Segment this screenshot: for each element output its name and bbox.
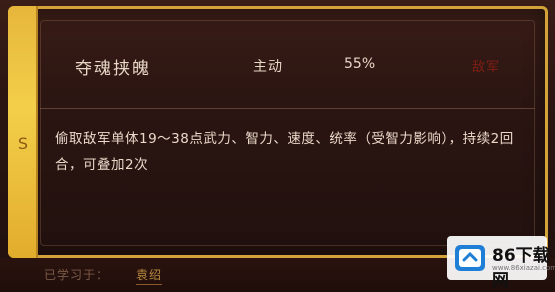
- skill-type: 主动: [253, 59, 283, 75]
- skill-description: 偷取敌军单体19～38点武力、智力、速度、统率（受智力影响），持续2回合，可叠加…: [55, 131, 514, 173]
- header-divider: [40, 108, 535, 109]
- grade-letter: S: [17, 134, 29, 153]
- grade-column: S: [8, 6, 38, 258]
- learned-label: 已学习于：: [44, 268, 110, 282]
- skill-target: 敌军: [472, 60, 501, 75]
- learned-value[interactable]: 袁绍: [136, 266, 163, 285]
- skill-name: 夺魂挟魄: [75, 59, 151, 79]
- watermark-logo-icon: [455, 245, 485, 271]
- watermark-subtitle: www.86xiazai.com: [492, 264, 555, 272]
- skill-card: S 夺魂挟魄 主动 55% 敌军 偷取敌军单体19～38点武力、智力、速度、统率…: [0, 0, 555, 292]
- skill-rate: 55%: [344, 56, 376, 72]
